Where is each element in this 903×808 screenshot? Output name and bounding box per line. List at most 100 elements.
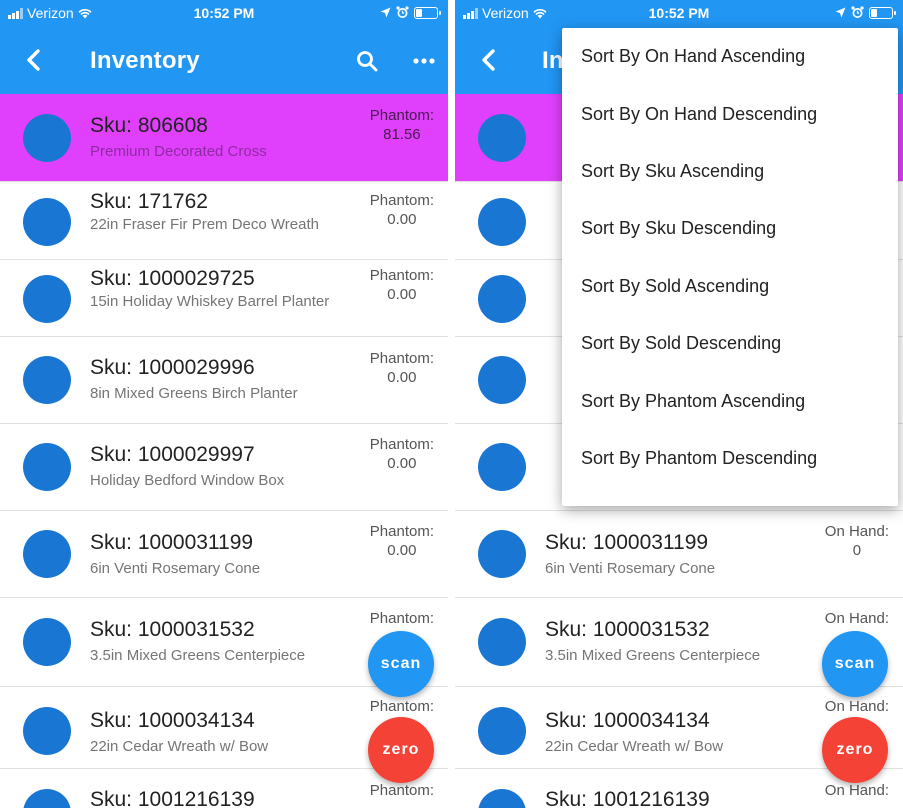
item-sku: Sku: 1001216139 [90,788,255,808]
inventory-list: Sku: 806608 Premium Decorated Cross Phan… [0,94,448,808]
alarm-icon [396,6,409,18]
back-arrow-icon[interactable] [477,48,501,72]
sort-sold-descending[interactable]: Sort By Sold Descending [562,315,898,372]
phantom-value: 0.00 [387,211,417,228]
item-description: Holiday Bedford Window Box [90,472,285,489]
item-on-hand: On Hand: [825,609,889,628]
item-avatar [478,789,526,808]
zero-button[interactable]: zero [368,717,434,783]
on-hand-label: On Hand: [824,610,889,627]
item-description: Premium Decorated Cross [90,143,267,160]
on-hand-label: On Hand: [824,523,889,540]
on-hand-label: On Hand: [824,782,889,799]
screen-divider [448,0,455,808]
alarm-icon [851,6,864,18]
item-description: 8in Mixed Greens Birch Planter [90,385,298,402]
phantom-value: 0.00 [387,542,417,559]
phantom-label: Phantom: [369,107,434,124]
sort-on-hand-ascending[interactable]: Sort By On Hand Ascending [562,28,898,85]
list-item[interactable]: Sku: 1000029997 Holiday Bedford Window B… [0,424,448,511]
item-avatar [478,275,526,323]
item-sku: Sku: 1000031532 [90,618,255,641]
item-phantom: Phantom: 81.56 [370,106,434,144]
battery-icon [869,6,896,19]
item-avatar [23,789,71,808]
sort-on-hand-descending[interactable]: Sort By On Hand Descending [562,85,898,142]
phantom-value: 0.00 [387,455,417,472]
location-arrow-icon [380,7,391,18]
item-sku: Sku: 1000034134 [90,709,255,732]
sort-sku-ascending[interactable]: Sort By Sku Ascending [562,143,898,200]
item-description: 3.5in Mixed Greens Centerpiece [545,647,761,664]
sort-menu: Sort By On Hand Ascending Sort By On Han… [562,28,898,506]
list-item[interactable]: Sku: 1000029996 8in Mixed Greens Birch P… [0,337,448,424]
item-sku: Sku: 1000031532 [545,618,710,641]
item-phantom: Phantom: [370,697,434,716]
item-on-hand: On Hand: [825,781,889,800]
item-avatar [23,618,71,666]
list-item[interactable]: Sku: 806608 Premium Decorated Cross Phan… [0,94,448,182]
list-item[interactable]: Sku: 1000029725 15in Holiday Whiskey Bar… [0,260,448,337]
item-on-hand: On Hand: 0 [825,522,889,560]
item-avatar [478,114,526,162]
item-avatar [478,707,526,755]
sort-phantom-descending[interactable]: Sort By Phantom Descending [562,430,898,487]
item-phantom: Phantom: 0.00 [370,349,434,387]
page-title: Inventory [90,47,200,74]
item-description: 3.5in Mixed Greens Centerpiece [90,647,306,664]
item-phantom: Phantom: [370,781,434,800]
sort-sold-ascending[interactable]: Sort By Sold Ascending [562,258,898,315]
item-phantom: Phantom: 0.00 [370,522,434,560]
item-sku: Sku: 1001216139 [545,788,710,808]
phantom-label: Phantom: [369,436,434,453]
item-avatar [23,443,71,491]
list-item[interactable]: Sku: 171762 22in Fraser Fir Prem Deco Wr… [0,182,448,260]
item-phantom: Phantom: [370,609,434,628]
phantom-label: Phantom: [369,610,434,627]
status-icons [835,6,896,19]
item-sku: Sku: 171762 [90,190,208,213]
item-avatar [23,275,71,323]
zero-button[interactable]: zero [822,717,888,783]
location-arrow-icon [835,7,846,18]
scan-button[interactable]: scan [368,631,434,697]
search-icon[interactable] [356,50,378,72]
phantom-label: Phantom: [369,267,434,284]
phantom-label: Phantom: [369,192,434,209]
list-item[interactable]: Sku: 1000031199 6in Venti Rosemary Cone … [455,511,903,598]
item-avatar [478,443,526,491]
sort-sku-descending[interactable]: Sort By Sku Descending [562,200,898,257]
item-avatar [23,707,71,755]
item-avatar [23,114,71,162]
phantom-value: 0.00 [387,369,417,386]
list-item[interactable]: Sku: 1000031199 6in Venti Rosemary Cone … [0,511,448,598]
scan-button[interactable]: scan [822,631,888,697]
item-avatar [478,356,526,404]
right-screen: Verizon 10:52 PM In Sku: 1000031199 6in … [455,0,903,808]
item-sku: Sku: 1000029997 [90,443,255,466]
item-avatar [23,530,71,578]
more-options-icon[interactable] [412,56,436,66]
item-avatar [23,198,71,246]
item-phantom: Phantom: 0.00 [370,435,434,473]
item-phantom: Phantom: 0.00 [370,266,434,304]
on-hand-label: On Hand: [824,698,889,715]
phantom-label: Phantom: [369,523,434,540]
phantom-label: Phantom: [369,698,434,715]
item-sku: Sku: 1000029725 [90,267,255,290]
item-avatar [478,198,526,246]
item-description: 15in Holiday Whiskey Barrel Planter [90,293,330,310]
item-sku: Sku: 1000031199 [545,531,709,554]
item-on-hand: On Hand: [825,697,889,716]
item-sku: Sku: 1000031199 [90,531,254,554]
item-description: 22in Cedar Wreath w/ Bow [545,738,724,755]
item-description: 22in Cedar Wreath w/ Bow [90,738,269,755]
item-avatar [23,356,71,404]
item-phantom: Phantom: 0.00 [370,191,434,229]
status-bar: Verizon 10:52 PM [0,0,448,26]
status-icons [380,6,441,19]
back-arrow-icon[interactable] [22,48,46,72]
left-screen: Verizon 10:52 PM Inventory Sku: 806608 P… [0,0,448,808]
sort-phantom-ascending[interactable]: Sort By Phantom Ascending [562,372,898,429]
page-title: In [542,47,564,74]
